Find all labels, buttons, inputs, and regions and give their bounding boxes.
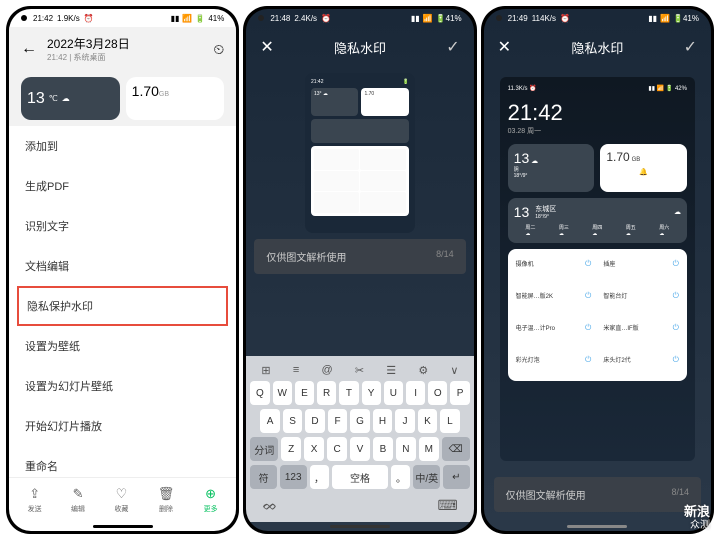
close-icon[interactable]: ✕ [260,37,273,57]
page-title: 隐私水印 [571,38,623,57]
edit-button[interactable]: ✎编辑 [71,486,85,514]
key-Q[interactable]: Q [250,381,269,405]
phone-1: 21:421.9K/s⏰ ▮▮📶🔋41% ← 2022年3月28日 21:42 … [6,6,239,534]
watermark-header: ✕ 隐私水印 ✓ [246,27,473,67]
actions-menu: 添加到 生成PDF 识别文字 文档编辑 隐私保护水印 设置为壁纸 设置为幻灯片壁… [9,126,236,477]
menu-set-wallpaper[interactable]: 设置为壁纸 [25,326,220,366]
key-M[interactable]: M [419,437,439,461]
key-Z[interactable]: Z [281,437,301,461]
favorite-button[interactable]: ♡收藏 [114,486,128,514]
key-H[interactable]: H [373,409,392,433]
key-C[interactable]: C [327,437,347,461]
menu-generate-pdf[interactable]: 生成PDF [25,166,220,206]
watermark-input[interactable]: 仅供图文解析使用 8/14 [494,477,701,512]
preview-time: 21:42 [508,100,687,126]
key-空格[interactable]: 空格 [332,465,389,489]
device-cell[interactable]: 彩光灯泡 [512,349,596,377]
key-Y[interactable]: Y [362,381,381,405]
key-↵[interactable]: ↵ [443,465,470,489]
key-O[interactable]: O [428,381,447,405]
keyboard: ⊞≡@✂☰⚙∨ QWERTYUIOP ASDFGHJKL 分词ZXCVBNM⌫ … [246,356,473,522]
key-，[interactable]: ， [310,465,329,489]
kb-tool[interactable]: ⊞ [261,364,270,377]
key-G[interactable]: G [350,409,369,433]
menu-set-slideshow-wallpaper[interactable]: 设置为幻灯片壁纸 [25,366,220,406]
home-indicator[interactable] [330,525,390,528]
image-preview[interactable]: 21:42🔋 13° ☁ 1.70 [305,73,415,233]
device-cell[interactable]: 智能屏…版2K [512,285,596,313]
send-button[interactable]: ⇪发送 [28,486,42,514]
watermark-input[interactable]: 仅供图文解析使用 8/14 [254,239,465,274]
key-S[interactable]: S [283,409,302,433]
more-button[interactable]: ⊕更多 [204,486,218,514]
menu-doc-edit[interactable]: 文档编辑 [25,246,220,286]
device-cell[interactable]: 米家直…IF版 [599,317,683,345]
menu-ocr[interactable]: 识别文字 [25,206,220,246]
header-date: 2022年3月28日 [47,35,203,52]
key-A[interactable]: A [260,409,279,433]
header-sub: 21:42 | 系统桌面 [47,52,203,63]
menu-start-slideshow[interactable]: 开始幻灯片播放 [25,406,220,446]
key-P[interactable]: P [450,381,469,405]
voice-icon[interactable]: ᨖ [262,497,277,514]
close-icon[interactable]: ✕ [498,37,511,57]
back-icon[interactable]: ← [21,40,37,58]
status-bar: 21:482.4K/s⏰ ▮▮📶🔋41% [246,9,473,27]
device-cell[interactable]: 插座 [599,253,683,281]
keyboard-switch-icon[interactable]: ⌨ [437,497,457,514]
home-indicator[interactable] [567,525,627,528]
key-N[interactable]: N [396,437,416,461]
smart-home-grid: 摄像机插座智能屏…版2K智能台灯电子温…计Pro米家直…IF版彩光灯泡床头灯2代 [508,249,687,381]
menu-privacy-watermark[interactable]: 隐私保护水印 [17,286,228,326]
key-I[interactable]: I [406,381,425,405]
key-L[interactable]: L [440,409,459,433]
confirm-icon[interactable]: ✓ [684,37,697,57]
key-⌫[interactable]: ⌫ [442,437,470,461]
delete-button[interactable]: 🗑删除 [158,486,175,514]
page-title: 隐私水印 [334,38,386,57]
key-K[interactable]: K [418,409,437,433]
watermark-header: ✕ 隐私水印 ✓ [484,27,711,67]
status-bar: 21:421.9K/s⏰ ▮▮📶🔋41% [9,9,236,27]
widget-preview: 13℃☁ 1.70GB [9,71,236,126]
key-E[interactable]: E [295,381,314,405]
key-U[interactable]: U [384,381,403,405]
keyboard-toolbar: ⊞≡@✂☰⚙∨ [250,360,469,381]
key-中/英[interactable]: 中/英 [413,465,440,489]
key-T[interactable]: T [339,381,358,405]
key-符[interactable]: 符 [250,465,277,489]
device-cell[interactable]: 电子温…计Pro [512,317,596,345]
status-bar: 21:49114K/s⏰ ▮▮📶🔋41% [484,9,711,27]
clock-icon[interactable]: ⏲ [213,41,224,58]
bottom-toolbar: ⇪发送 ✎编辑 ♡收藏 🗑删除 ⊕更多 [9,477,236,522]
key-B[interactable]: B [373,437,393,461]
key-D[interactable]: D [305,409,324,433]
device-cell[interactable]: 智能台灯 [599,285,683,313]
key-V[interactable]: V [350,437,370,461]
home-indicator[interactable] [93,525,153,528]
device-cell[interactable]: 床头灯2代 [599,349,683,377]
menu-add-to[interactable]: 添加到 [25,126,220,166]
weather-widget: 13东城区18°/9°☁ 周二☁周三☁周四☁周五☁周六☁ [508,198,687,243]
key-F[interactable]: F [328,409,347,433]
phone-2: 21:482.4K/s⏰ ▮▮📶🔋41% ✕ 隐私水印 ✓ 21:42🔋 13°… [243,6,476,534]
key-R[interactable]: R [317,381,336,405]
phone-3: 21:49114K/s⏰ ▮▮📶🔋41% ✕ 隐私水印 ✓ 11.3K/s ⏰▮… [481,6,714,534]
confirm-icon[interactable]: ✓ [446,37,459,57]
screenshot-header: ← 2022年3月28日 21:42 | 系统桌面 ⏲ [9,27,236,71]
key-。[interactable]: 。 [391,465,410,489]
key-分词[interactable]: 分词 [250,437,278,461]
key-X[interactable]: X [304,437,324,461]
menu-rename[interactable]: 重命名 [25,446,220,477]
image-preview[interactable]: 11.3K/s ⏰▮▮ 📶 🔋 42% 21:42 03.28 周一 13 ☁阴… [500,77,695,461]
status-time: 21:42 [33,14,53,23]
device-cell[interactable]: 摄像机 [512,253,596,281]
key-123[interactable]: 123 [280,465,307,489]
key-W[interactable]: W [273,381,292,405]
key-J[interactable]: J [395,409,414,433]
sina-watermark: 新浪 众测 [684,504,710,532]
